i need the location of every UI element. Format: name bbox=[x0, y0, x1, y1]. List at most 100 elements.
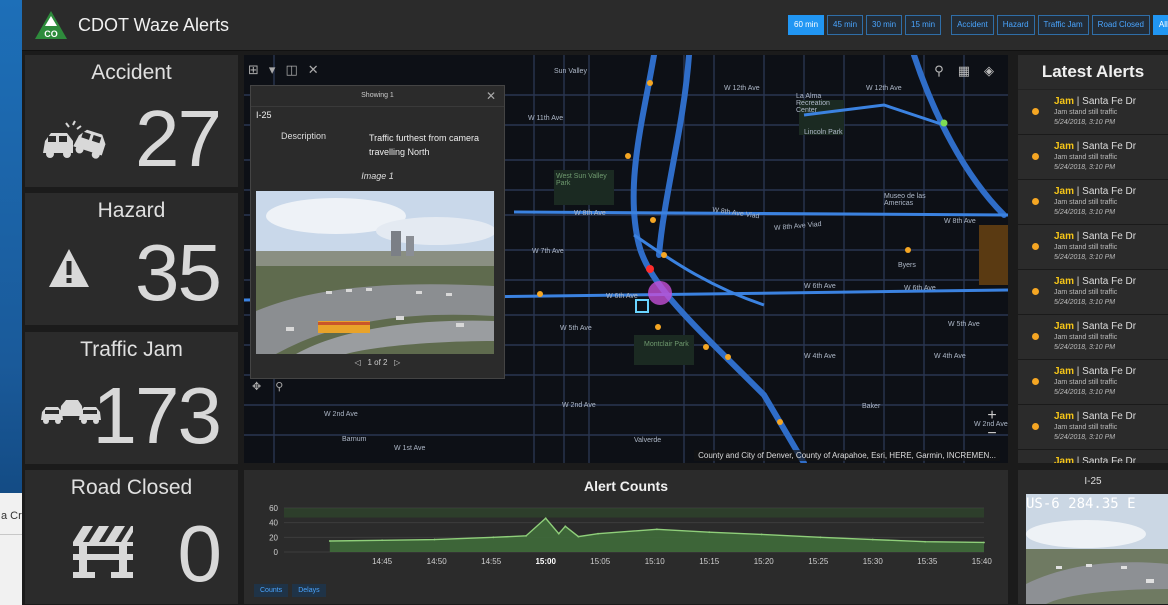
filter-45-min-button[interactable]: 45 min bbox=[827, 15, 864, 35]
filter-all-button[interactable]: All bbox=[1152, 15, 1168, 35]
alert-type: Jam | Santa Fe Dr bbox=[1054, 276, 1136, 287]
alert-time: 5/24/2018, 3:10 PM bbox=[1054, 119, 1116, 126]
y-tick-label: 0 bbox=[274, 548, 279, 557]
traffic-camera-photo bbox=[256, 191, 494, 354]
x-tick-label: 15:40 bbox=[972, 557, 993, 566]
alert-item[interactable]: Jam | Santa Fe Dr bbox=[1018, 450, 1168, 463]
filter-bar: 60 min 45 min 30 min 15 min Accident Haz… bbox=[788, 15, 1168, 35]
alert-separator: | bbox=[1074, 231, 1083, 242]
chart-point bbox=[760, 533, 763, 536]
tab-delays[interactable]: Delays bbox=[292, 584, 326, 597]
alert-separator: | bbox=[1074, 186, 1083, 197]
alert-item[interactable]: Jam | Santa Fe Dr Jam stand still traffic… bbox=[1018, 360, 1168, 405]
map-street-label: Byers bbox=[898, 262, 916, 269]
alert-time: 5/24/2018, 3:10 PM bbox=[1054, 254, 1116, 261]
alert-item[interactable]: Jam | Santa Fe Dr Jam stand still traffic… bbox=[1018, 135, 1168, 180]
move-icon[interactable]: ✥ bbox=[252, 380, 261, 393]
alert-road: Santa Fe Dr bbox=[1082, 276, 1137, 287]
chart-tabs: Counts Delays bbox=[254, 584, 326, 597]
chart-point bbox=[708, 531, 711, 534]
dashboard: CO CDOT Waze Alerts 60 min 45 min 30 min… bbox=[22, 0, 1168, 605]
stat-title: Hazard bbox=[97, 199, 166, 222]
alert-type-label: Jam bbox=[1054, 456, 1075, 463]
feature-popup: Showing 1 ✕ I-25 Description Traffic fur… bbox=[250, 85, 505, 379]
filter-traffic-jam-button[interactable]: Traffic Jam bbox=[1037, 15, 1089, 35]
chart-point bbox=[819, 536, 822, 539]
latest-alerts-panel: Latest Alerts Jam | Santa Fe Dr Jam stand… bbox=[1018, 55, 1168, 463]
alert-item[interactable]: Jam | Santa Fe Dr Jam stand still traffic… bbox=[1018, 90, 1168, 135]
alert-time: 5/24/2018, 3:10 PM bbox=[1054, 434, 1116, 441]
map-street-label: West Sun Valley Park bbox=[556, 173, 607, 187]
tab-counts[interactable]: Counts bbox=[254, 584, 289, 597]
alert-dot-icon bbox=[1032, 423, 1039, 430]
alert-dot-icon bbox=[1032, 333, 1039, 340]
x-tick-label: 15:35 bbox=[917, 557, 938, 566]
close-icon[interactable]: ✕ bbox=[308, 62, 319, 78]
filter-accident-button[interactable]: Accident bbox=[951, 15, 994, 35]
x-tick-label: 15:15 bbox=[699, 557, 720, 566]
alert-type: Jam | Santa Fe Dr bbox=[1054, 231, 1136, 242]
alert-time: 5/24/2018, 3:10 PM bbox=[1054, 344, 1116, 351]
alert-road: Santa Fe Dr bbox=[1082, 96, 1137, 107]
layers-icon[interactable]: ◈ bbox=[984, 63, 994, 79]
alert-type: Jam | Santa Fe Dr bbox=[1054, 456, 1136, 463]
chevron-down-icon[interactable]: ▾ bbox=[269, 62, 276, 78]
stat-tile-hazard: Hazard 35 bbox=[25, 193, 238, 325]
x-tick-label: 14:55 bbox=[481, 557, 502, 566]
chart-point bbox=[381, 539, 384, 542]
alert-counts-panel: Alert Counts 0 20 40 60 14:45 14:50 14:55 15:00… bbox=[244, 470, 1008, 604]
popup-image-caption: Image 1 bbox=[361, 171, 394, 181]
chart-point bbox=[564, 525, 567, 528]
camera-overlay-text: US-6 284.35 E bbox=[1026, 496, 1136, 512]
filter-road-closed-button[interactable]: Road Closed bbox=[1091, 15, 1150, 35]
search-icon[interactable]: ⚲ bbox=[934, 63, 944, 79]
x-tick-label: 15:00 bbox=[535, 557, 556, 566]
alert-type: Jam | Santa Fe Dr bbox=[1054, 321, 1136, 332]
road-barrier-icon bbox=[73, 526, 133, 578]
stat-tile-road-closed: Road Closed 0 bbox=[25, 470, 238, 604]
filter-60-min-button[interactable]: 60 min bbox=[788, 15, 825, 35]
chart-point bbox=[577, 535, 580, 538]
alert-dot-icon bbox=[1032, 288, 1039, 295]
popup-close-icon[interactable]: ✕ bbox=[486, 86, 496, 106]
select-tool-icon[interactable]: ⊞ bbox=[248, 62, 259, 78]
chart-title: Alert Counts bbox=[584, 478, 668, 494]
y-tick-label: 40 bbox=[269, 519, 278, 528]
alert-road: Santa Fe Dr bbox=[1082, 366, 1137, 377]
stat-tile-accident: Accident 27 bbox=[25, 55, 238, 187]
alert-item[interactable]: Jam | Santa Fe Dr Jam stand still traffic… bbox=[1018, 225, 1168, 270]
alert-item[interactable]: Jam | Santa Fe Dr Jam stand still traffic… bbox=[1018, 270, 1168, 315]
alerts-title: Latest Alerts bbox=[1018, 55, 1168, 90]
alert-item[interactable]: Jam | Santa Fe Dr Jam stand still traffic… bbox=[1018, 315, 1168, 360]
alert-separator: | bbox=[1074, 456, 1083, 463]
chart-point bbox=[924, 540, 927, 543]
alert-road: Santa Fe Dr bbox=[1082, 186, 1137, 197]
alert-description: Jam stand still traffic bbox=[1054, 334, 1118, 341]
popup-count: Showing 1 bbox=[361, 92, 394, 99]
x-tick-label: 15:30 bbox=[863, 557, 884, 566]
chart-point bbox=[597, 532, 599, 535]
filter-15-min-button[interactable]: 15 min bbox=[905, 15, 942, 35]
chart-point bbox=[557, 532, 560, 535]
chart-point bbox=[544, 517, 547, 520]
basemap-icon[interactable]: ▦ bbox=[958, 63, 970, 79]
layer-list-icon[interactable]: ◫ bbox=[285, 62, 297, 78]
map-street-label: W 12th Ave bbox=[724, 85, 760, 92]
alert-description: Jam stand still traffic bbox=[1054, 379, 1118, 386]
alert-separator: | bbox=[1074, 276, 1083, 287]
zoom-to-icon[interactable]: ⚲ bbox=[275, 380, 283, 393]
next-icon[interactable]: ▷ bbox=[394, 358, 400, 367]
filter-hazard-button[interactable]: Hazard bbox=[996, 15, 1035, 35]
previous-icon[interactable]: ◁ bbox=[355, 358, 361, 367]
stat-value: 35 bbox=[135, 228, 222, 317]
alert-road: Santa Fe Dr bbox=[1082, 456, 1137, 463]
filter-30-min-button[interactable]: 30 min bbox=[866, 15, 903, 35]
alert-item[interactable]: Jam | Santa Fe Dr Jam stand still traffic… bbox=[1018, 405, 1168, 450]
alert-item[interactable]: Jam | Santa Fe Dr Jam stand still traffic… bbox=[1018, 180, 1168, 225]
alert-description: Jam stand still traffic bbox=[1054, 424, 1118, 431]
car-crash-icon bbox=[43, 120, 106, 159]
map-street-label: Sun Valley bbox=[554, 68, 587, 75]
alert-road: Santa Fe Dr bbox=[1082, 141, 1137, 152]
zoom-out-button[interactable]: − bbox=[982, 425, 1002, 443]
zoom-in-button[interactable]: + bbox=[982, 407, 1002, 425]
